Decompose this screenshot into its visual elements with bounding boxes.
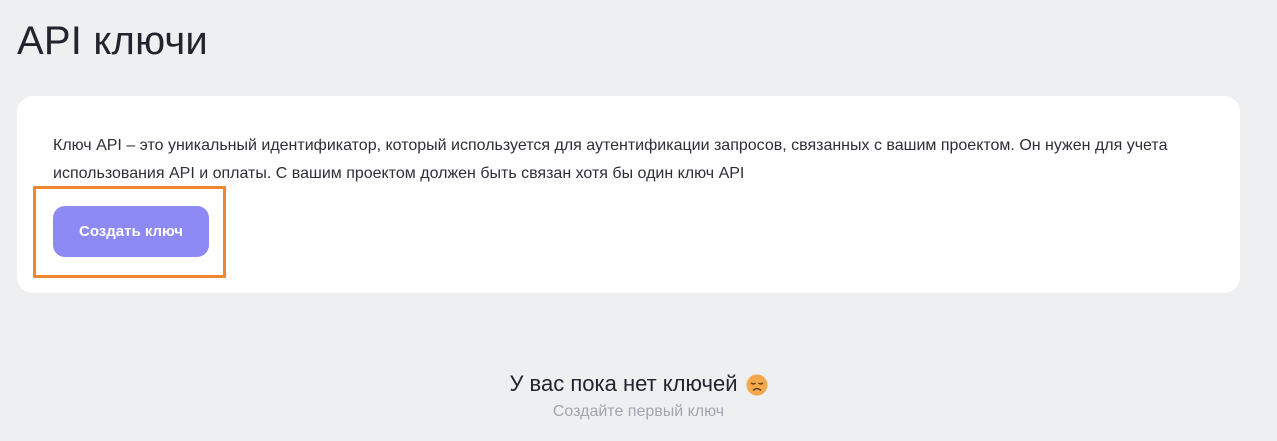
page-title: API ключи: [17, 19, 208, 63]
api-keys-info-card: Ключ API – это уникальный идентификатор,…: [17, 96, 1240, 293]
sad-face-icon: [746, 373, 768, 396]
empty-state-title-row: У вас пока нет ключей: [509, 368, 768, 400]
create-key-button[interactable]: Создать ключ: [53, 206, 209, 257]
empty-state-subtitle: Создайте первый ключ: [552, 403, 725, 420]
empty-state-title: У вас пока нет ключей: [509, 371, 738, 396]
empty-state: У вас пока нет ключей Создайте первый кл…: [0, 368, 1277, 422]
api-key-description: Ключ API – это уникальный идентификатор,…: [53, 137, 1168, 182]
